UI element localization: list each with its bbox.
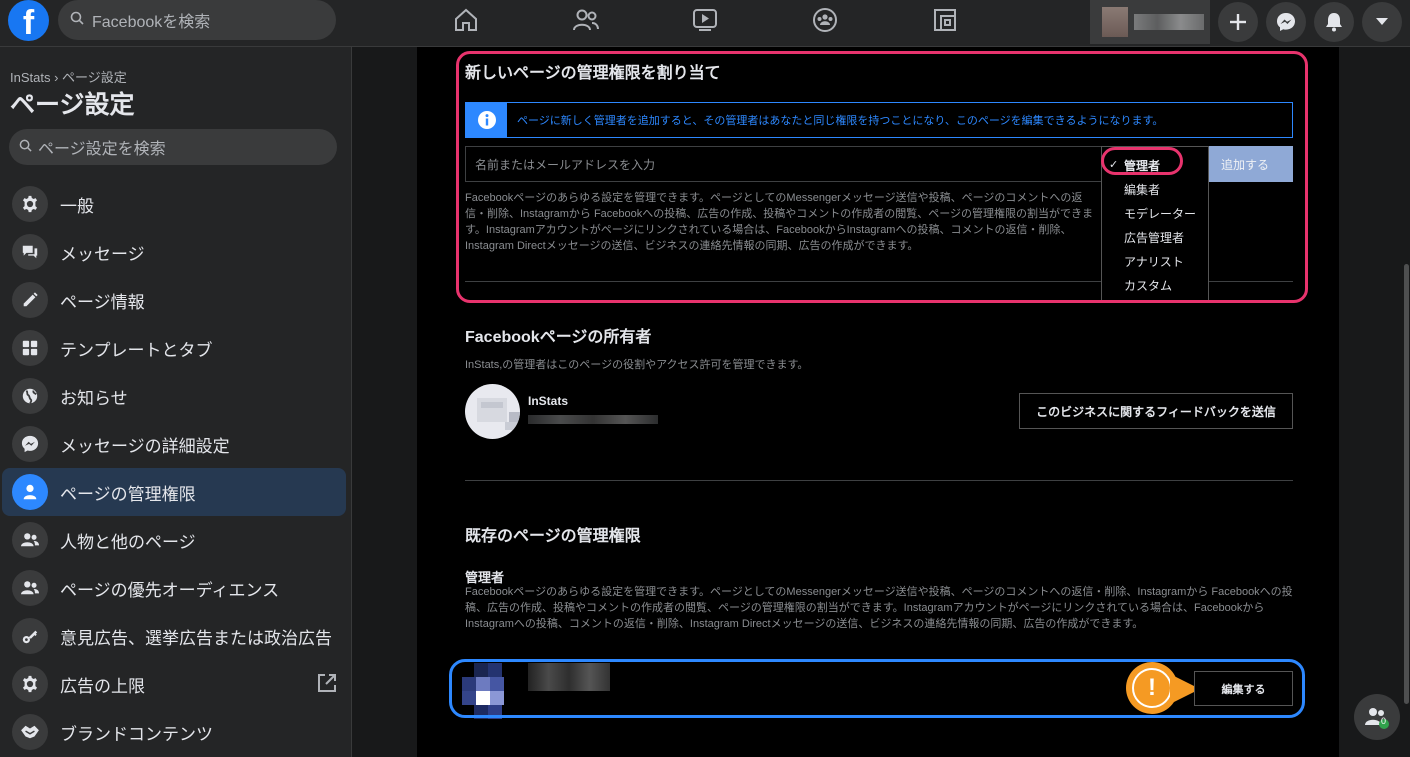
sidebar-item-label: テンプレートとタブ <box>60 340 213 360</box>
settings-search-placeholder: ページ設定を検索 <box>38 141 166 158</box>
sidebar-item-advanced-messaging[interactable]: メッセージの詳細設定 <box>2 420 346 468</box>
sidebar-item-label: メッセージ <box>60 244 145 264</box>
profile-shortcut[interactable] <box>1090 0 1210 44</box>
owner-detail-blurred <box>528 415 658 424</box>
page-title: ページ設定 <box>10 91 135 119</box>
owner-section-title: Facebookページの所有者 <box>465 329 652 346</box>
facebook-search-input[interactable]: Facebookを検索 <box>58 0 336 40</box>
search-placeholder: Facebookを検索 <box>92 14 211 31</box>
gaming-icon[interactable] <box>925 4 965 36</box>
send-feedback-button[interactable]: このビジネスに関するフィードバックを送信 <box>1019 393 1293 429</box>
sidebar-item-branded-content[interactable]: ブランドコンテンツ <box>2 708 346 756</box>
owner-name: InStats <box>528 394 569 408</box>
globe-icon <box>12 378 48 414</box>
sidebar-item-page-roles[interactable]: ページの管理権限 <box>2 468 346 516</box>
search-icon <box>19 139 32 155</box>
create-plus-icon[interactable] <box>1218 2 1258 42</box>
sidebar-item-label: ページ情報 <box>60 292 145 312</box>
sidebar-item-preferred-audience[interactable]: ページの優先オーディエンス <box>2 564 346 612</box>
contacts-button[interactable]: 0 <box>1354 694 1400 740</box>
sidebar-item-label: メッセージの詳細設定 <box>60 436 230 456</box>
owner-avatar <box>465 384 520 439</box>
sidebar-item-label: 広告の上限 <box>60 676 145 696</box>
sidebar-item-people-other-pages[interactable]: 人物と他のページ <box>2 516 346 564</box>
person-icon <box>12 474 48 510</box>
highlight-assign-section <box>456 51 1308 303</box>
sidebar-item-political-ads[interactable]: 意見広告、選挙広告または政治広告 <box>2 612 346 660</box>
avatar <box>1102 7 1128 37</box>
highlight-existing-admin-row <box>449 659 1305 718</box>
highlight-admin-option <box>1101 147 1183 175</box>
account-menu-caret-icon[interactable] <box>1362 2 1402 42</box>
external-link-icon[interactable] <box>316 672 338 699</box>
content-scrollbar[interactable] <box>1404 264 1409 704</box>
sidebar-item-label: 人物と他のページ <box>60 532 196 552</box>
top-navigation-bar: f Facebookを検索 <box>0 0 1410 47</box>
gear-icon <box>12 666 48 702</box>
divider <box>465 480 1293 481</box>
settings-menu: 一般 メッセージ ページ情報 テンプレートとタブ お知らせ メッセージの詳細設定… <box>0 180 352 756</box>
settings-sidebar: InStats › ページ設定 ページ設定 ページ設定を検索 一般 メッセージ … <box>0 47 352 757</box>
sidebar-item-label: 意見広告、選挙広告または政治広告 <box>60 628 332 648</box>
contacts-badge: 0 <box>1381 716 1387 726</box>
facebook-logo[interactable]: f <box>8 0 49 42</box>
sidebar-item-page-info[interactable]: ページ情報 <box>2 276 346 324</box>
existing-roles-title: 既存のページの管理権限 <box>465 528 641 545</box>
sidebar-item-ad-limits[interactable]: 広告の上限 <box>2 660 346 708</box>
existing-role-description: Facebookページのあらゆる設定を管理できます。ページとしてのMesseng… <box>465 586 1293 630</box>
sidebar-item-templates-tabs[interactable]: テンプレートとタブ <box>2 324 346 372</box>
home-icon[interactable] <box>446 4 486 36</box>
sidebar-item-general[interactable]: 一般 <box>2 180 346 228</box>
groups-icon[interactable] <box>805 4 845 36</box>
sidebar-item-label: お知らせ <box>60 388 128 408</box>
chat-bubbles-icon <box>12 234 48 270</box>
messenger-icon[interactable] <box>1266 2 1306 42</box>
search-icon <box>70 11 84 29</box>
sidebar-item-label: ページの管理権限 <box>60 484 196 504</box>
pencil-icon <box>12 282 48 318</box>
profile-name-blurred <box>1134 14 1204 30</box>
handshake-icon <box>12 714 48 750</box>
key-icon <box>12 618 48 654</box>
breadcrumb[interactable]: InStats › ページ設定 <box>10 67 127 86</box>
grid-icon <box>12 330 48 366</box>
owner-section-subtitle: InStats,の管理者はこのページの役割やアクセス許可を管理できます。 <box>465 359 809 371</box>
people-icon <box>12 522 48 558</box>
settings-search-input[interactable]: ページ設定を検索 <box>9 129 337 165</box>
sidebar-item-label: ブランドコンテンツ <box>60 724 213 744</box>
bell-icon[interactable] <box>1314 2 1354 42</box>
watch-icon[interactable] <box>685 4 725 36</box>
sidebar-item-messages[interactable]: メッセージ <box>2 228 346 276</box>
people-icon <box>12 570 48 606</box>
friends-icon[interactable] <box>566 4 606 36</box>
sidebar-item-label: ページの優先オーディエンス <box>60 580 280 600</box>
gear-icon <box>12 186 48 222</box>
messenger-icon <box>12 426 48 462</box>
sidebar-item-label: 一般 <box>60 196 94 216</box>
sidebar-item-notifications[interactable]: お知らせ <box>2 372 346 420</box>
